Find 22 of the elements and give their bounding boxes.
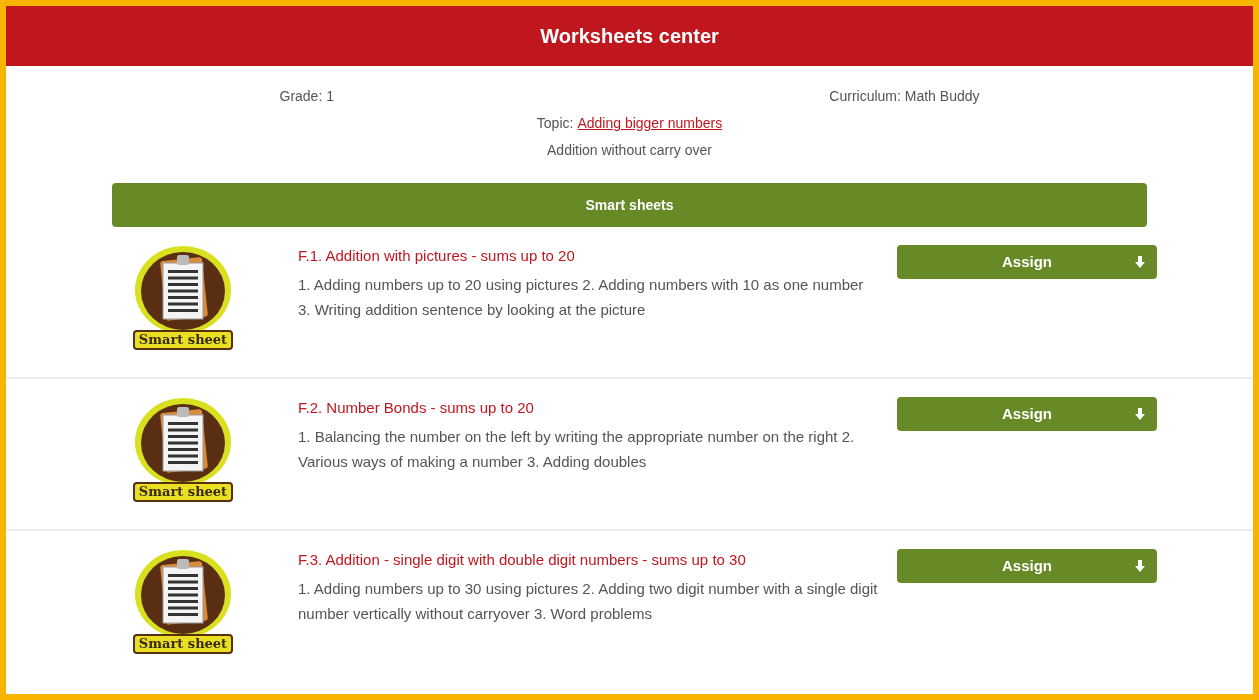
section-title: Smart sheets: [585, 195, 674, 215]
down-arrow-icon: [1135, 256, 1145, 268]
worksheet-description: 1. Adding numbers up to 20 using pictures 2. Adding numbers with 10 as one number 3. Writing addition sentence by looking at the picture: [298, 274, 865, 320]
assign-button[interactable]: Assign: [897, 549, 1157, 583]
worksheet-description: 1. Adding numbers up to 30 using pictures 2. Adding two digit number with a single digit number vertically without carryover 3. Word problems: [298, 578, 878, 624]
assign-button[interactable]: Assign: [897, 245, 1157, 279]
smart-sheet-label: Smart sheet: [132, 330, 234, 350]
worksheet-title[interactable]: F.2. Number Bonds - sums up to 20: [298, 397, 878, 420]
worksheet-title[interactable]: F.1. Addition with pictures - sums up to 20: [298, 245, 878, 268]
worksheet-description: 1. Balancing the number on the left by writing the appropriate number on the right 2. Various ways of making a number 3. Adding doubles: [298, 426, 856, 472]
down-arrow-icon: [1135, 408, 1145, 420]
smart-sheet-label: Smart sheet: [132, 634, 234, 654]
topic-link[interactable]: Adding bigger numbers: [577, 113, 723, 134]
worksheet-title[interactable]: F.3. Addition - single digit with double digit numbers - sums up to 30: [298, 549, 878, 572]
curriculum-text: Curriculum: Math Buddy: [829, 87, 980, 106]
down-arrow-icon: [1135, 560, 1145, 572]
grade-text: Grade: 1: [279, 87, 334, 106]
page-title: Worksheets center: [540, 24, 719, 49]
subtopic-text: Addition without carry over: [547, 141, 712, 160]
smart-sheet-label: Smart sheet: [132, 482, 234, 502]
topic-label: Topic:: [536, 114, 574, 133]
assign-button[interactable]: Assign: [897, 397, 1157, 431]
